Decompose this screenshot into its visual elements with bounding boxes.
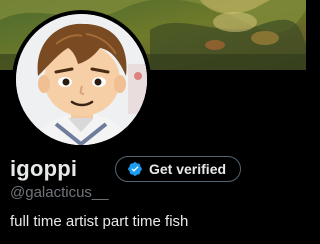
mii-avatar-icon [16,14,147,145]
profile-bio: full time artist part time fish [10,213,189,230]
avatar-frame[interactable] [12,10,151,149]
get-verified-button[interactable]: Get verified [115,156,241,182]
get-verified-label: Get verified [149,161,227,177]
user-handle: @galacticus__ [10,184,109,201]
display-name: igoppi [10,156,78,181]
verified-badge-icon [128,162,142,176]
avatar[interactable] [16,14,147,145]
